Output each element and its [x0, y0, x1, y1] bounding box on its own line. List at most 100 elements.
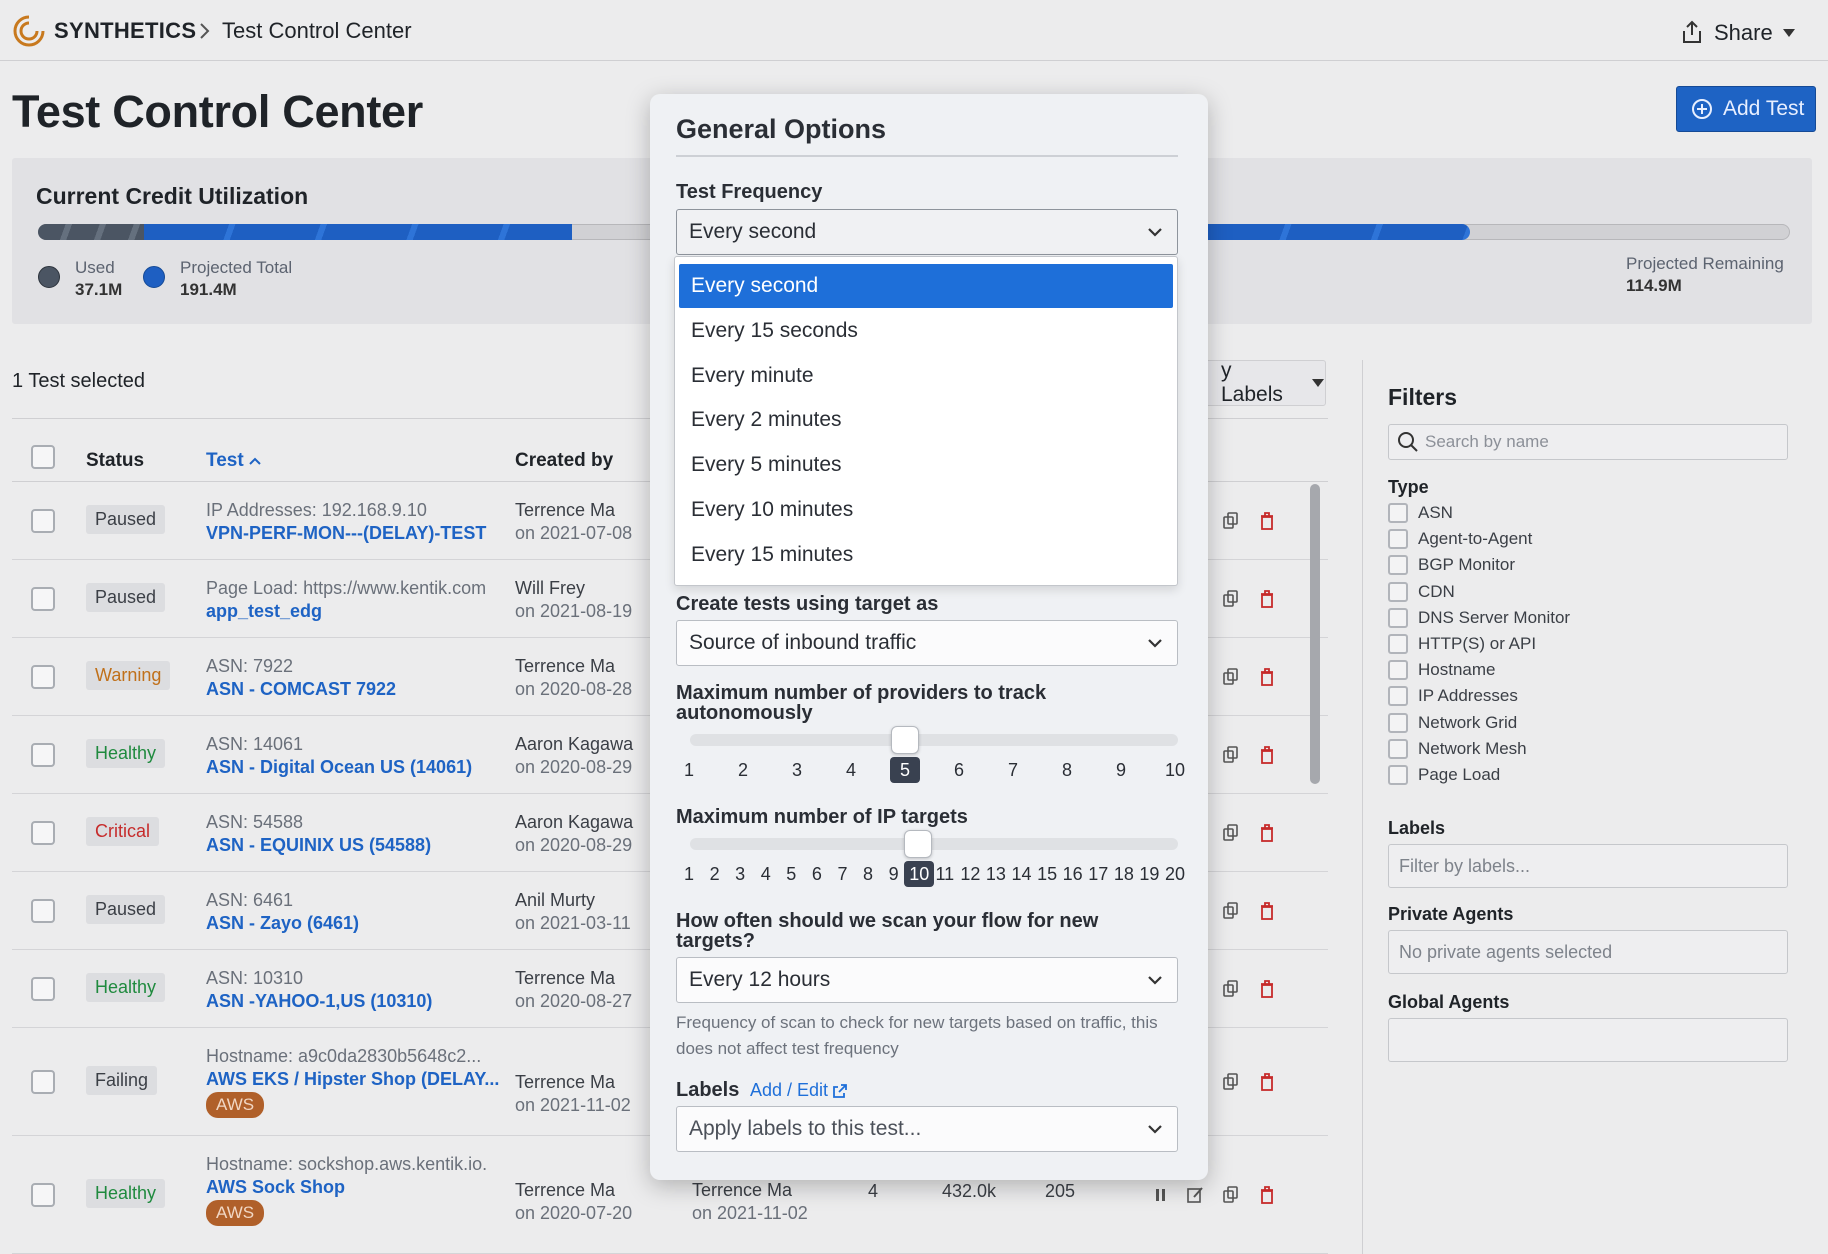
duplicate-icon[interactable]	[1222, 589, 1240, 609]
slider-tick-label[interactable]: 1	[676, 757, 702, 783]
test-name-link[interactable]: ASN - Zayo (6461)	[206, 913, 359, 934]
column-status[interactable]: Status	[86, 450, 144, 472]
labels-select[interactable]: Apply labels to this test...	[676, 1106, 1178, 1152]
type-filter-checkbox[interactable]	[1388, 581, 1408, 602]
row-checkbox[interactable]	[31, 587, 55, 611]
slider-tick-label[interactable]: 5	[778, 861, 804, 887]
share-caret-icon[interactable]	[1782, 28, 1796, 38]
frequency-option[interactable]: Every 5 minutes	[679, 443, 1173, 487]
aws-tag[interactable]: AWS	[206, 1200, 265, 1226]
slider-tick-label[interactable]: 4	[753, 861, 779, 887]
type-filter-option[interactable]: IP Addresses	[1388, 686, 1518, 707]
delete-icon[interactable]	[1258, 1072, 1276, 1092]
share-button[interactable]: Share	[1714, 20, 1773, 46]
pause-icon[interactable]	[1152, 1185, 1170, 1205]
type-filter-option[interactable]: DNS Server Monitor	[1388, 607, 1570, 628]
slider-tick-label[interactable]: 20	[1162, 861, 1188, 887]
type-filter-option[interactable]: Agent-to-Agent	[1388, 529, 1532, 550]
test-name-link[interactable]: ASN - COMCAST 7922	[206, 679, 396, 700]
type-filter-checkbox[interactable]	[1388, 634, 1408, 654]
slider-tick-label[interactable]: 17	[1085, 861, 1111, 887]
type-filter-checkbox[interactable]	[1388, 712, 1408, 733]
providers-slider-track[interactable]	[690, 734, 1178, 746]
providers-slider-knob[interactable]	[891, 726, 919, 754]
type-filter-checkbox[interactable]	[1388, 738, 1408, 759]
type-filter-checkbox[interactable]	[1388, 607, 1408, 628]
type-filter-option[interactable]: ASN	[1388, 503, 1453, 523]
scan-frequency-select[interactable]: Every 12 hours	[676, 957, 1178, 1003]
row-checkbox[interactable]	[31, 743, 55, 767]
test-name-link[interactable]: app_test_edg	[206, 601, 322, 622]
labels-filter-input[interactable]: Filter by labels...	[1388, 844, 1788, 888]
slider-tick-label[interactable]: 3	[727, 861, 753, 887]
duplicate-icon[interactable]	[1222, 823, 1240, 843]
frequency-option[interactable]: Every 15 seconds	[679, 309, 1173, 353]
target-select[interactable]: Source of inbound traffic	[676, 620, 1178, 666]
type-filter-checkbox[interactable]	[1388, 686, 1408, 707]
row-checkbox[interactable]	[31, 665, 55, 689]
frequency-option[interactable]: Every 10 minutes	[679, 488, 1173, 532]
type-filter-checkbox[interactable]	[1388, 660, 1408, 681]
slider-tick-label[interactable]: 6	[946, 757, 972, 783]
delete-icon[interactable]	[1258, 667, 1276, 687]
synthetics-logo-icon[interactable]	[12, 14, 46, 48]
type-filter-option[interactable]: CDN	[1388, 581, 1455, 602]
test-name-link[interactable]: ASN - Digital Ocean US (14061)	[206, 757, 472, 778]
slider-tick-label[interactable]: 10	[1162, 757, 1188, 783]
type-filter-option[interactable]: BGP Monitor	[1388, 555, 1515, 576]
share-icon[interactable]	[1680, 19, 1704, 45]
test-name-link[interactable]: ASN - EQUINIX US (54588)	[206, 835, 431, 856]
duplicate-icon[interactable]	[1222, 979, 1240, 999]
add-test-button[interactable]: Add Test	[1676, 86, 1816, 132]
delete-icon[interactable]	[1258, 745, 1276, 765]
slider-tick-label[interactable]: 3	[784, 757, 810, 783]
type-filter-checkbox[interactable]	[1388, 555, 1408, 576]
delete-icon[interactable]	[1258, 511, 1276, 531]
slider-tick-label[interactable]: 15	[1034, 861, 1060, 887]
duplicate-icon[interactable]	[1222, 745, 1240, 765]
slider-tick-label[interactable]: 4	[838, 757, 864, 783]
test-name-link[interactable]: ASN -YAHOO-1,US (10310)	[206, 991, 432, 1012]
type-filter-option[interactable]: Hostname	[1388, 660, 1495, 681]
brand-name[interactable]: SYNTHETICS	[54, 18, 196, 44]
test-frequency-select[interactable]: Every second	[676, 209, 1178, 255]
column-test[interactable]: Test	[206, 450, 262, 472]
slider-tick-label[interactable]: 2	[702, 861, 728, 887]
slider-tick-label[interactable]: 19	[1136, 861, 1162, 887]
slider-tick-label[interactable]: 6	[804, 861, 830, 887]
labels-add-edit-link[interactable]: Add / Edit	[750, 1080, 848, 1101]
row-checkbox[interactable]	[31, 821, 55, 845]
type-filter-option[interactable]: Page Load	[1388, 765, 1500, 785]
slider-tick-label[interactable]: 7	[1000, 757, 1026, 783]
private-agents-select[interactable]: No private agents selected	[1388, 930, 1788, 974]
row-checkbox[interactable]	[31, 977, 55, 1001]
delete-icon[interactable]	[1258, 901, 1276, 921]
edit-icon[interactable]	[1186, 1185, 1204, 1205]
type-filter-checkbox[interactable]	[1388, 529, 1408, 550]
ip-targets-slider-track[interactable]	[690, 838, 1178, 850]
test-name-link[interactable]: AWS Sock Shop	[206, 1177, 345, 1198]
slider-tick-label[interactable]: 13	[983, 861, 1009, 887]
type-filter-option[interactable]: Network Mesh	[1388, 738, 1527, 759]
slider-tick-label[interactable]: 1	[676, 861, 702, 887]
duplicate-icon[interactable]	[1222, 667, 1240, 687]
slider-tick-label[interactable]: 9	[1108, 757, 1134, 783]
frequency-option[interactable]: Every minute	[679, 354, 1173, 398]
slider-tick-label[interactable]: 7	[829, 861, 855, 887]
test-name-link[interactable]: AWS EKS / Hipster Shop (DELAY...	[206, 1069, 499, 1090]
duplicate-icon[interactable]	[1222, 1185, 1240, 1205]
slider-tick-label[interactable]: 9	[881, 861, 907, 887]
delete-icon[interactable]	[1258, 823, 1276, 843]
aws-tag[interactable]: AWS	[206, 1092, 265, 1118]
ip-targets-slider-knob[interactable]	[904, 830, 932, 858]
global-agents-select[interactable]	[1388, 1018, 1788, 1062]
row-checkbox[interactable]	[31, 1183, 55, 1207]
slider-tick-label[interactable]: 16	[1060, 861, 1086, 887]
slider-tick-label[interactable]: 12	[957, 861, 983, 887]
delete-icon[interactable]	[1258, 1185, 1276, 1205]
frequency-option[interactable]: Every 15 minutes	[679, 533, 1173, 577]
row-checkbox[interactable]	[31, 899, 55, 923]
select-all-checkbox[interactable]	[31, 445, 55, 469]
slider-tick-label[interactable]: 10	[904, 861, 935, 887]
type-filter-checkbox[interactable]	[1388, 765, 1408, 785]
